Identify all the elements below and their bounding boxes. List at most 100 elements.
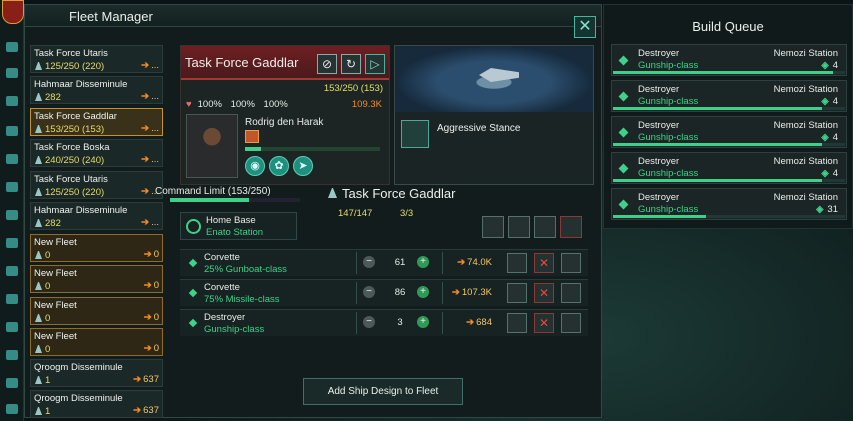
- upgrade-icon[interactable]: [507, 313, 527, 333]
- queue-ship-design: Gunship-class: [638, 60, 699, 71]
- fleet-icon: [35, 314, 42, 322]
- build-queue-item[interactable]: Destroyer Gunship-class Nemozi Station ◈ 31: [611, 188, 847, 220]
- fleet-list-power: 282: [45, 92, 61, 103]
- fleet-list-item[interactable]: New Fleet 0 ➔ 0: [30, 265, 163, 293]
- fleet-list-extra-value: 637: [143, 374, 159, 385]
- upgrade-icon[interactable]: [507, 253, 527, 273]
- divider: [442, 252, 443, 274]
- outliner-icon[interactable]: [6, 154, 18, 164]
- fleet-list-extra-value: 0: [153, 343, 159, 354]
- inspect-icon[interactable]: [561, 283, 581, 303]
- queue-time-value: 31: [827, 204, 838, 215]
- remove-icon[interactable]: ✕: [534, 313, 554, 333]
- increase-button[interactable]: +: [417, 316, 429, 328]
- home-base-selector[interactable]: Home Base Enato Station: [180, 212, 297, 240]
- fleet-manager-window: Fleet Manager ✕ Task Force Utaris 125/250…: [24, 4, 602, 418]
- ship-design-row[interactable]: Corvette 75% Missile-class − 86 + ➔ 107.3K ✕: [180, 279, 588, 306]
- decrease-button[interactable]: −: [363, 316, 375, 328]
- fleet-list-item[interactable]: Task Force Utaris 125/250 (220) ➔...: [30, 45, 163, 73]
- outliner-icon[interactable]: [6, 42, 18, 52]
- reinforce-icon[interactable]: [508, 216, 530, 238]
- upgrade-all-icon[interactable]: [534, 216, 556, 238]
- outliner-icon[interactable]: [6, 350, 18, 360]
- admiral-name: Rodrig den Harak: [245, 117, 324, 128]
- fleet-list-item[interactable]: Hahmaar Disseminule 282 ➔...: [30, 76, 163, 104]
- outliner-icon[interactable]: [6, 68, 18, 78]
- build-queue-item[interactable]: Destroyer Gunship-class Nemozi Station ◈ 4: [611, 44, 847, 76]
- outliner-icon[interactable]: [6, 210, 18, 220]
- fleet-list-power: 153/250 (153): [45, 124, 105, 135]
- stance-icon[interactable]: [401, 120, 429, 148]
- outliner-icon[interactable]: [6, 126, 18, 136]
- trait-icon[interactable]: ◉: [245, 156, 265, 176]
- fleet-icon: [35, 345, 42, 353]
- increase-button[interactable]: +: [417, 286, 429, 298]
- queue-ship-design: Gunship-class: [638, 132, 699, 143]
- queue-time-value: 4: [832, 168, 838, 179]
- fleet-command-power: 153/250 (153): [323, 83, 383, 94]
- upgrade-icon[interactable]: [482, 216, 504, 238]
- outliner-icon[interactable]: [6, 182, 18, 192]
- outliner-icon[interactable]: [6, 266, 18, 276]
- merge-icon[interactable]: ▷: [365, 54, 385, 74]
- remove-icon[interactable]: ✕: [534, 283, 554, 303]
- outliner-icon[interactable]: [6, 378, 18, 388]
- trait-icon[interactable]: ➤: [293, 156, 313, 176]
- outliner-icon[interactable]: [6, 322, 18, 332]
- build-queue-item[interactable]: Destroyer Gunship-class Nemozi Station ◈ 4: [611, 152, 847, 184]
- ship-design-row[interactable]: Destroyer Gunship-class − 3 + ➔ 684 ✕: [180, 309, 588, 336]
- trait-icon[interactable]: ✿: [269, 156, 289, 176]
- ship-design-row[interactable]: Corvette 25% Gunboat-class − 61 + ➔ 74.0K ✕: [180, 249, 588, 276]
- hull-points: 147/147: [338, 208, 373, 219]
- close-button[interactable]: ✕: [574, 16, 596, 38]
- build-queue-item[interactable]: Destroyer Gunship-class Nemozi Station ◈ 4: [611, 116, 847, 148]
- fleet-list-item[interactable]: Qroogm Disseminule 1 ➔ 637: [30, 390, 163, 418]
- remove-all-icon[interactable]: [560, 216, 582, 238]
- fleet-list-item[interactable]: New Fleet 0 ➔ 0: [30, 328, 163, 356]
- inspect-icon[interactable]: [561, 313, 581, 333]
- queue-station: Nemozi Station: [773, 84, 838, 95]
- outliner-icon[interactable]: [6, 404, 18, 414]
- shield-percent: 100%: [263, 99, 288, 110]
- fleet-list-item[interactable]: New Fleet 0 ➔ 0: [30, 297, 163, 325]
- power-icon: ➔: [141, 123, 150, 134]
- outliner-icon[interactable]: [6, 96, 18, 106]
- fleet-list-item[interactable]: Task Force Utaris 125/250 (220) ➔...: [30, 171, 163, 199]
- fleet-list-name: Qroogm Disseminule: [34, 393, 123, 404]
- starbase-icon: [186, 219, 201, 234]
- power-icon: ➔: [457, 257, 466, 268]
- fleet-name[interactable]: Task Force Gaddlar: [185, 55, 298, 70]
- remove-icon[interactable]: ✕: [534, 253, 554, 273]
- time-icon: ◈: [821, 96, 829, 107]
- queue-time-value: 4: [832, 60, 838, 71]
- increase-button[interactable]: +: [417, 256, 429, 268]
- decrease-button[interactable]: −: [363, 286, 375, 298]
- ship-design: 25% Gunboat-class: [204, 264, 287, 275]
- time-icon: ◈: [821, 60, 829, 71]
- fleet-list-extra: ➔ 0: [144, 249, 159, 260]
- inspect-icon[interactable]: [561, 253, 581, 273]
- fleet-list-item[interactable]: Task Force Gaddlar 153/250 (153) ➔...: [30, 108, 163, 136]
- outliner-icon[interactable]: [6, 294, 18, 304]
- upgrade-icon[interactable]: [507, 283, 527, 303]
- power-icon: ➔: [141, 60, 150, 71]
- return-icon[interactable]: ↻: [341, 54, 361, 74]
- outliner-icon[interactable]: [6, 238, 18, 248]
- queue-progress-fill: [613, 143, 822, 146]
- admiral-portrait[interactable]: [186, 114, 238, 178]
- decrease-button[interactable]: −: [363, 256, 375, 268]
- empire-emblem-icon[interactable]: [2, 0, 24, 24]
- fleet-list-item[interactable]: New Fleet 0 ➔ 0: [30, 234, 163, 262]
- power-icon: ➔: [133, 374, 142, 385]
- build-queue-item[interactable]: Destroyer Gunship-class Nemozi Station ◈ 4: [611, 80, 847, 112]
- fleet-list-item[interactable]: Task Force Boska 240/250 (240) ➔...: [30, 139, 163, 167]
- fleet-list-name: Hahmaar Disseminule: [34, 205, 128, 216]
- ship-bullet-icon: [618, 91, 629, 102]
- queue-progress-bar: [613, 215, 845, 218]
- ship-power: ➔ 74.0K: [450, 257, 492, 268]
- power-icon: ➔: [133, 405, 142, 416]
- disband-icon[interactable]: ⊘: [317, 54, 337, 74]
- fleet-list-item[interactable]: Hahmaar Disseminule 282 ➔...: [30, 202, 163, 230]
- fleet-list-item[interactable]: Qroogm Disseminule 1 ➔ 637: [30, 359, 163, 387]
- add-ship-design-button[interactable]: Add Ship Design to Fleet: [303, 378, 463, 405]
